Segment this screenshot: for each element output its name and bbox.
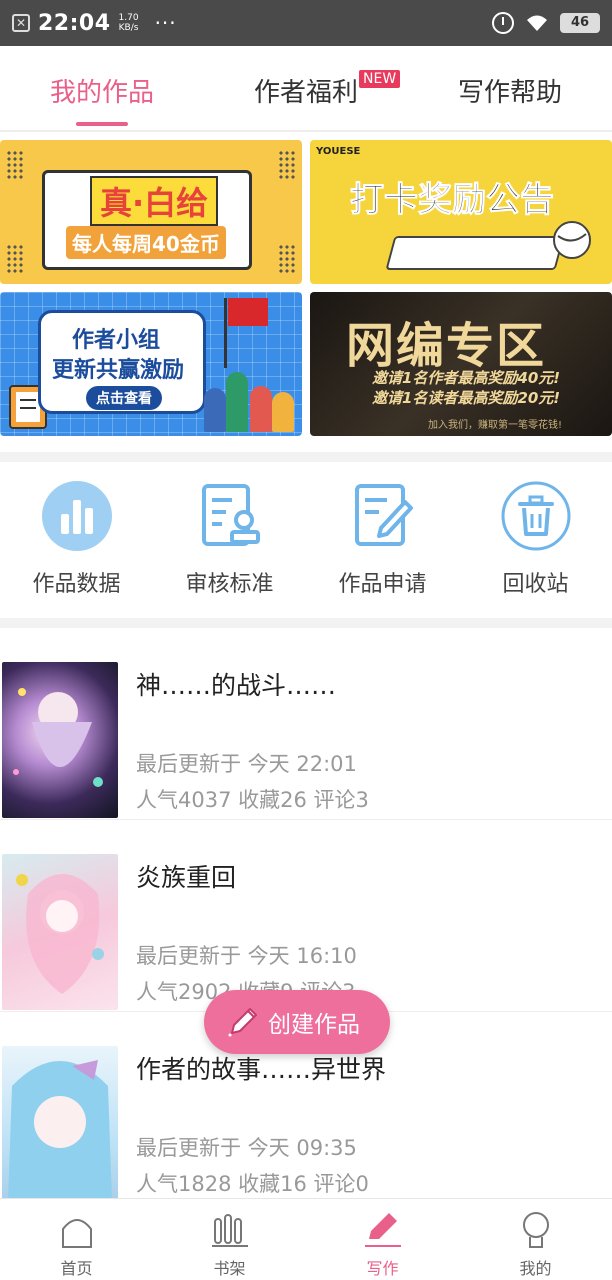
network-speed-unit: KB/s <box>118 23 139 33</box>
notification-close-icon: ✕ <box>12 14 30 32</box>
bookshelf-icon <box>211 1214 248 1247</box>
decor-dots <box>278 244 296 274</box>
desk-illustration <box>385 236 565 270</box>
work-updated: 最后更新于 今天 16:10 <box>136 944 357 968</box>
works-list: 神……的战斗…… 最后更新于 今天 22:01 人气4037 收藏26 评论3 … <box>0 628 612 1204</box>
work-title: 炎族重回 <box>136 863 237 892</box>
section-divider <box>0 452 612 462</box>
banner-editor-zone[interactable]: 网编专区 邀请1名作者最高奖励40元! 邀请1名读者最高奖励20元! 加入我们，… <box>310 292 612 436</box>
brand-logo: YOUESE <box>316 146 361 157</box>
top-tabs: 我的作品 作者福利 NEW 写作帮助 <box>0 46 612 132</box>
nav-home[interactable]: 首页 <box>0 1199 153 1280</box>
work-stats: 人气4037 收藏26 评论3 <box>136 788 369 812</box>
status-time: 22:04 <box>38 10 111 36</box>
tab-author-benefits[interactable]: 作者福利 NEW <box>204 46 408 130</box>
work-cover-image[interactable] <box>2 854 118 1010</box>
action-review-standards[interactable]: 审核标准 <box>153 462 306 618</box>
edit-document-icon <box>347 480 419 552</box>
action-work-data[interactable]: 作品数据 <box>0 462 153 618</box>
pencil-icon <box>228 1008 257 1037</box>
flag-pole <box>224 298 227 368</box>
action-label: 回收站 <box>502 572 569 597</box>
work-item[interactable]: 炎族重回 最后更新于 今天 16:10 人气2902 收藏9 评论3 <box>0 820 612 1012</box>
banner-reward-text: 邀请1名作者最高奖励40元! 邀请1名读者最高奖励20元! <box>372 368 560 408</box>
reward-line-author: 邀请1名作者最高奖励40元! <box>372 369 561 387</box>
pen-icon <box>364 1213 401 1247</box>
work-title: 神……的战斗…… <box>136 671 337 700</box>
decor-dots <box>6 150 24 180</box>
new-badge: NEW <box>359 70 401 88</box>
banner-grid: 真·白给 每人每周40金币 YOUESE 打卡奖励公告 作者小组 更新共赢激励 … <box>0 140 612 440</box>
view-button[interactable]: 点击查看 <box>86 386 162 410</box>
action-recycle-bin[interactable]: 回收站 <box>459 462 612 618</box>
work-updated: 最后更新于 今天 22:01 <box>136 752 357 776</box>
bar-chart-icon <box>41 480 113 552</box>
banner-title: 真·白给 <box>90 176 219 226</box>
more-notifications-icon: ··· <box>154 11 177 35</box>
nav-profile-label: 我的 <box>519 1259 552 1278</box>
tab-my-works-label: 我的作品 <box>49 78 154 108</box>
section-divider <box>0 618 612 628</box>
network-speed: 1.70 KB/s <box>119 13 139 33</box>
banner-title: 网编专区 <box>346 318 547 374</box>
banner-weekly-coins[interactable]: 真·白给 每人每周40金币 <box>0 140 302 284</box>
active-tab-indicator <box>76 122 128 126</box>
nav-home-label: 首页 <box>60 1259 93 1278</box>
alarm-icon <box>492 12 514 34</box>
banner-subtitle: 更新共赢激励 <box>52 358 185 383</box>
network-speed-value: 1.70 <box>118 13 139 23</box>
profile-icon <box>522 1212 549 1248</box>
flag-icon <box>228 298 268 326</box>
review-document-icon <box>194 480 266 552</box>
banner-checkin-announcement[interactable]: YOUESE 打卡奖励公告 <box>310 140 612 284</box>
nav-profile[interactable]: 我的 <box>459 1199 612 1280</box>
banner-author-group[interactable]: 作者小组 更新共赢激励 点击查看 <box>0 292 302 436</box>
globe-icon <box>553 221 591 259</box>
work-stats: 人气1828 收藏16 评论0 <box>136 1172 369 1196</box>
tab-writing-help[interactable]: 写作帮助 <box>408 46 612 130</box>
battery-indicator: 46 <box>560 13 600 33</box>
work-updated: 最后更新于 今天 09:35 <box>136 1136 357 1160</box>
tab-writing-help-label: 写作帮助 <box>457 78 562 108</box>
decor-dots <box>278 150 296 180</box>
action-label: 作品申请 <box>338 572 427 597</box>
work-title: 作者的故事……异世界 <box>136 1055 387 1084</box>
banner-title: 作者小组 <box>72 328 161 353</box>
tab-my-works[interactable]: 我的作品 <box>0 46 204 130</box>
kids-illustration <box>204 362 296 432</box>
action-work-application[interactable]: 作品申请 <box>306 462 459 618</box>
nav-write-label: 写作 <box>366 1259 399 1278</box>
create-work-button[interactable]: 创建作品 <box>204 990 390 1054</box>
bottom-nav: 首页 书架 写作 我的 <box>0 1198 612 1280</box>
work-cover-image[interactable] <box>2 1046 118 1202</box>
nav-write[interactable]: 写作 <box>306 1199 459 1280</box>
wifi-icon <box>527 15 547 31</box>
status-bar: ✕ 22:04 1.70 KB/s ··· 46 <box>0 0 612 46</box>
home-icon <box>61 1219 92 1248</box>
action-label: 作品数据 <box>32 572 121 597</box>
nav-bookshelf-label: 书架 <box>213 1259 246 1278</box>
tab-author-benefits-label: 作者福利 <box>253 78 358 108</box>
banner-footer: 加入我们，赚取第一笔零花钱! <box>428 420 563 431</box>
reward-line-reader: 邀请1名读者最高奖励20元! <box>372 389 561 407</box>
banner-subtitle: 每人每周40金币 <box>66 226 226 259</box>
banner-title: 打卡奖励公告 <box>350 180 555 221</box>
decor-dots <box>6 244 24 274</box>
create-work-label: 创建作品 <box>268 1012 360 1038</box>
trash-icon <box>500 480 572 552</box>
work-cover-image[interactable] <box>2 662 118 818</box>
work-item[interactable]: 神……的战斗…… 最后更新于 今天 22:01 人气4037 收藏26 评论3 <box>0 628 612 820</box>
nav-bookshelf[interactable]: 书架 <box>153 1199 306 1280</box>
action-label: 审核标准 <box>185 572 274 597</box>
quick-actions: 作品数据 审核标准 作品申请 回收站 <box>0 462 612 618</box>
